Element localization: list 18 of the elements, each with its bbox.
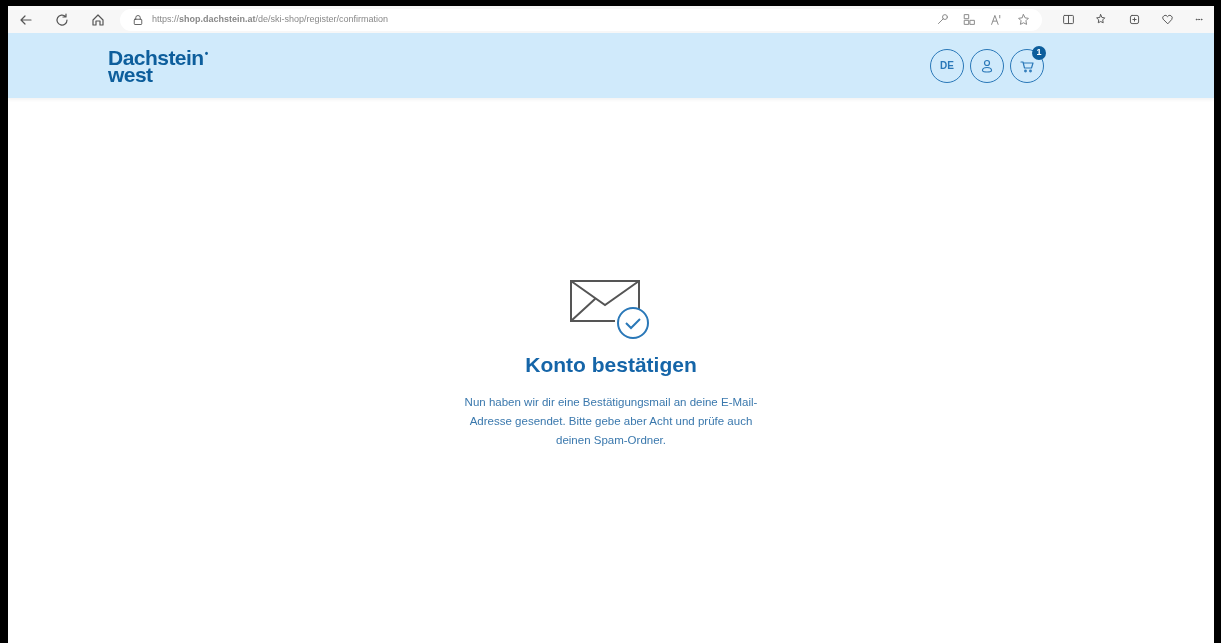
confirmation-message: Nun haben wir dir eine Bestätigungsmail an deine E-Mail-Adresse gesendet. Bitte gebe aber Acht und prüfe auch deinen Spam-Ordner. [463, 394, 759, 448]
grid-icon [963, 13, 976, 26]
cart-count-badge: 1 [1032, 45, 1046, 60]
logo[interactable]: Dachstein• west [108, 48, 208, 83]
read-aloud-icon [990, 13, 1003, 26]
favorites-icon [1095, 13, 1108, 26]
collections-icon [1128, 13, 1141, 26]
lock-icon [132, 13, 144, 26]
reload-button[interactable] [54, 11, 70, 28]
reload-icon [54, 11, 70, 28]
confirmation-title: Konto bestätigen [525, 352, 697, 378]
key-icon [936, 13, 949, 26]
url-text: https://shop.dachstein.at/de/ski-shop/register/confirmation [152, 12, 389, 26]
star-icon [1017, 13, 1030, 26]
user-icon [979, 57, 995, 74]
heart-icon [1161, 13, 1174, 26]
address-bar[interactable]: https://shop.dachstein.at/de/ski-shop/register/confirmation [120, 8, 1042, 31]
split-screen-icon [1062, 13, 1075, 26]
